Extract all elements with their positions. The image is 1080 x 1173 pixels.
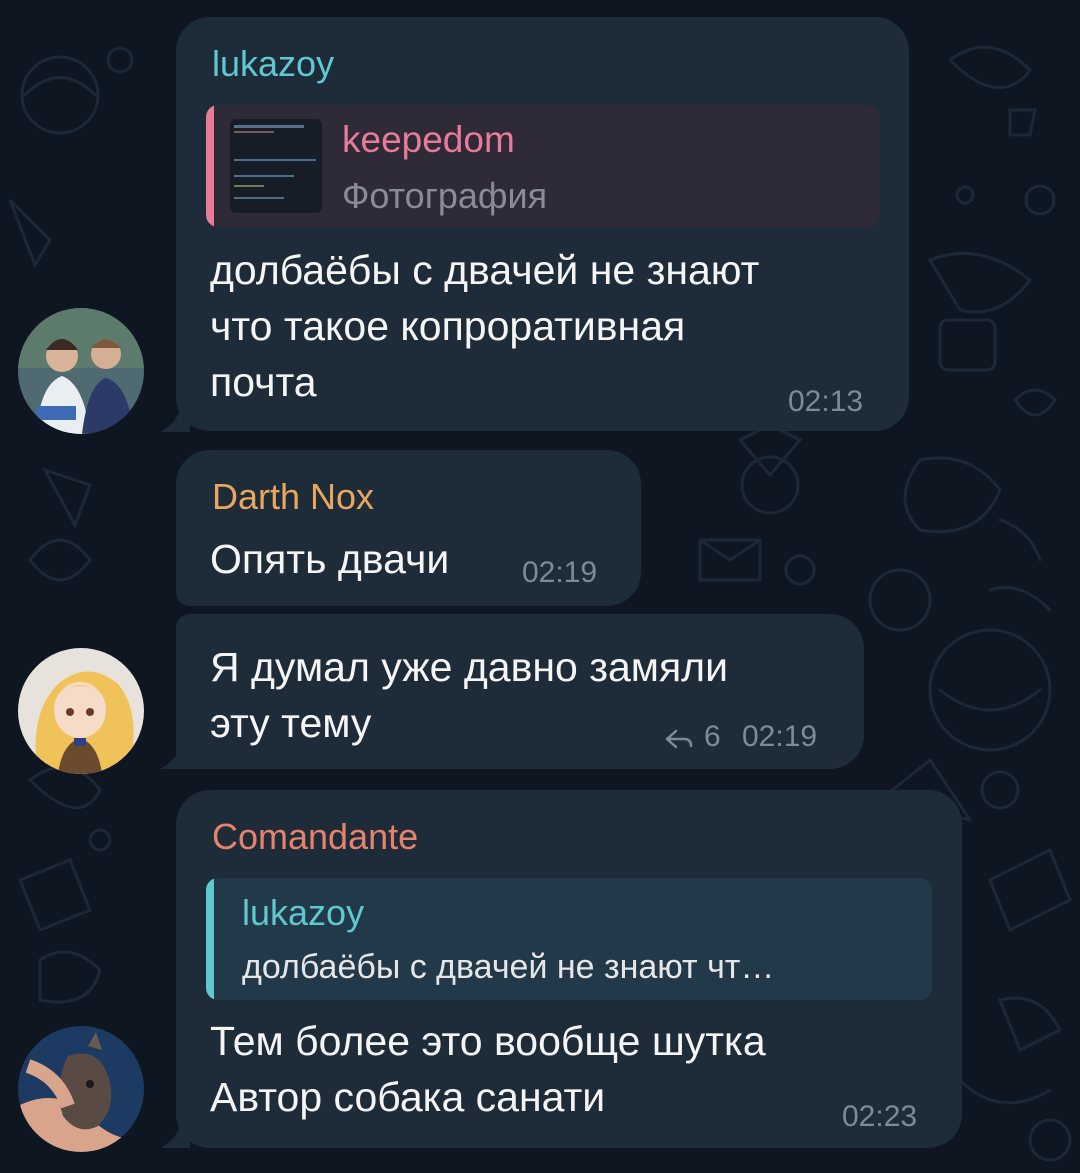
message-bubble[interactable]: lukazoy keepedom Фотография долбаёбы с д… (176, 17, 909, 431)
reply-accent-bar (206, 878, 214, 1000)
photo-thumbnail (230, 119, 322, 213)
message-text-line: Я думал уже давно замяли (210, 644, 729, 690)
reply-text: Фотография (342, 175, 548, 216)
message-text-line: что такое копроративная (210, 303, 686, 349)
message-bubble[interactable]: Darth Nox Опять двачи 02:19 (176, 450, 641, 606)
message-text-line: почта (210, 359, 317, 405)
sender-name[interactable]: Darth Nox (212, 476, 374, 518)
message-timestamp: 02:19 (742, 720, 818, 753)
reply-arrow-icon (665, 729, 693, 749)
avatar-comandante[interactable] (18, 1026, 144, 1152)
reply-count[interactable]: 6 (704, 720, 721, 754)
reply-author: lukazoy (242, 892, 365, 933)
message-timestamp: 02:13 (788, 385, 864, 418)
reply-preview[interactable]: lukazoy долбаёбы с двачей не знают чт… (206, 878, 932, 1000)
reply-accent-bar (206, 105, 214, 227)
reply-text: долбаёбы с двачей не знают чт… (242, 948, 775, 986)
message-bubble[interactable]: Comandante lukazoy долбаёбы с двачей не … (176, 790, 962, 1148)
message-timestamp: 02:23 (842, 1100, 918, 1133)
message-text-line: Опять двачи (210, 536, 450, 582)
reply-preview[interactable]: keepedom Фотография (206, 105, 880, 227)
message-text-line: Автор собака санати (210, 1074, 606, 1120)
reply-author: keepedom (342, 119, 515, 160)
message-bubble[interactable]: Я думал уже давно замяли эту тему 6 02:1… (176, 614, 864, 769)
sender-name[interactable]: Comandante (212, 816, 418, 858)
message-text-line: Тем более это вообще шутка (210, 1018, 766, 1064)
message-text-line: долбаёбы с двачей не знают (210, 247, 760, 293)
message-timestamp: 02:19 (522, 556, 598, 589)
sender-name[interactable]: lukazoy (212, 43, 334, 85)
avatar-anime-girl[interactable] (18, 648, 144, 774)
avatar-lukazoy[interactable] (18, 308, 144, 434)
message-text-line: эту тему (210, 700, 372, 746)
